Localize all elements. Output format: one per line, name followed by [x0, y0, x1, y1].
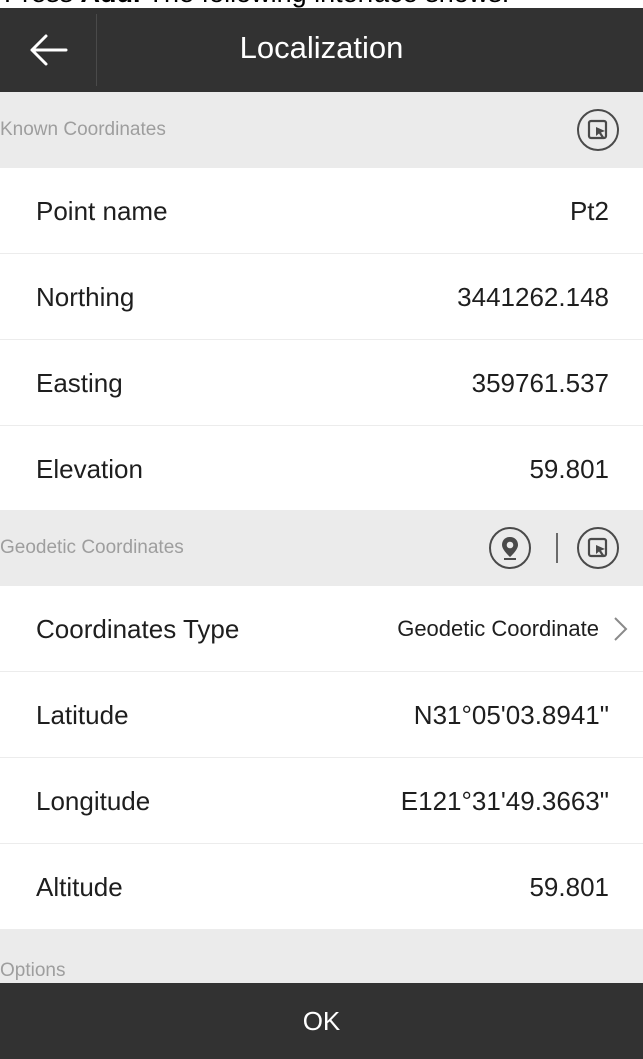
latitude-value: N31°05'03.8941"	[413, 700, 609, 730]
arrow-left-icon	[30, 34, 68, 66]
elevation-label: Elevation	[36, 454, 143, 484]
chevron-right-icon	[614, 617, 628, 641]
header-divider	[96, 14, 97, 86]
select-point-button[interactable]	[577, 109, 619, 151]
northing-label: Northing	[36, 282, 135, 312]
known-coordinates-header: Known Coordinates	[0, 92, 643, 168]
ok-button-label: OK	[302, 1005, 341, 1036]
altitude-label: Altitude	[36, 872, 123, 902]
latitude-label: Latitude	[36, 700, 129, 730]
localization-screen: Press Add. The following interface shows…	[0, 0, 643, 1059]
row-northing[interactable]: Northing 3441262.148	[0, 254, 643, 340]
row-point-name[interactable]: Point name Pt2	[0, 168, 643, 254]
altitude-value: 59.801	[529, 872, 609, 902]
row-coordinates-type[interactable]: Coordinates Type Geodetic Coordinate	[0, 586, 643, 672]
elevation-value: 59.801	[529, 454, 609, 484]
geodetic-coordinates-label: Geodetic Coordinates	[0, 537, 184, 558]
known-coordinates-label: Known Coordinates	[0, 119, 166, 140]
select-point-icon	[587, 537, 608, 558]
longitude-value: E121°31'49.3663"	[400, 786, 609, 816]
get-location-button[interactable]	[489, 527, 531, 569]
select-geodetic-point-button[interactable]	[577, 527, 619, 569]
options-label: Options	[0, 960, 66, 981]
ok-button[interactable]: OK	[0, 983, 643, 1059]
easting-label: Easting	[36, 368, 123, 398]
back-button[interactable]	[0, 8, 96, 92]
row-easting[interactable]: Easting 359761.537	[0, 340, 643, 426]
caption-prefix: Press	[4, 0, 81, 8]
caption-rest: The following interface shows:	[141, 0, 510, 8]
row-latitude[interactable]: Latitude N31°05'03.8941"	[0, 672, 643, 758]
select-point-icon	[587, 119, 608, 140]
easting-value: 359761.537	[471, 368, 609, 398]
document-caption: Press Add. The following interface shows…	[0, 0, 643, 8]
row-altitude[interactable]: Altitude 59.801	[0, 844, 643, 930]
point-name-value: Pt2	[569, 196, 609, 226]
row-elevation[interactable]: Elevation 59.801	[0, 426, 643, 512]
longitude-label: Longitude	[36, 786, 151, 816]
point-name-label: Point name	[36, 196, 168, 226]
options-header: Options	[0, 930, 643, 983]
row-longitude[interactable]: Longitude E121°31'49.3663"	[0, 758, 643, 844]
caption-bold: Add.	[81, 0, 141, 8]
northing-value: 3441262.148	[457, 282, 609, 312]
app-header: Localization	[0, 8, 643, 92]
section-actions-divider	[556, 533, 558, 563]
coordinates-type-label: Coordinates Type	[36, 614, 240, 644]
geodetic-coordinates-header: Geodetic Coordinates	[0, 510, 643, 586]
coordinates-type-value: Geodetic Coordinate	[397, 616, 599, 641]
location-pin-icon	[502, 537, 518, 560]
